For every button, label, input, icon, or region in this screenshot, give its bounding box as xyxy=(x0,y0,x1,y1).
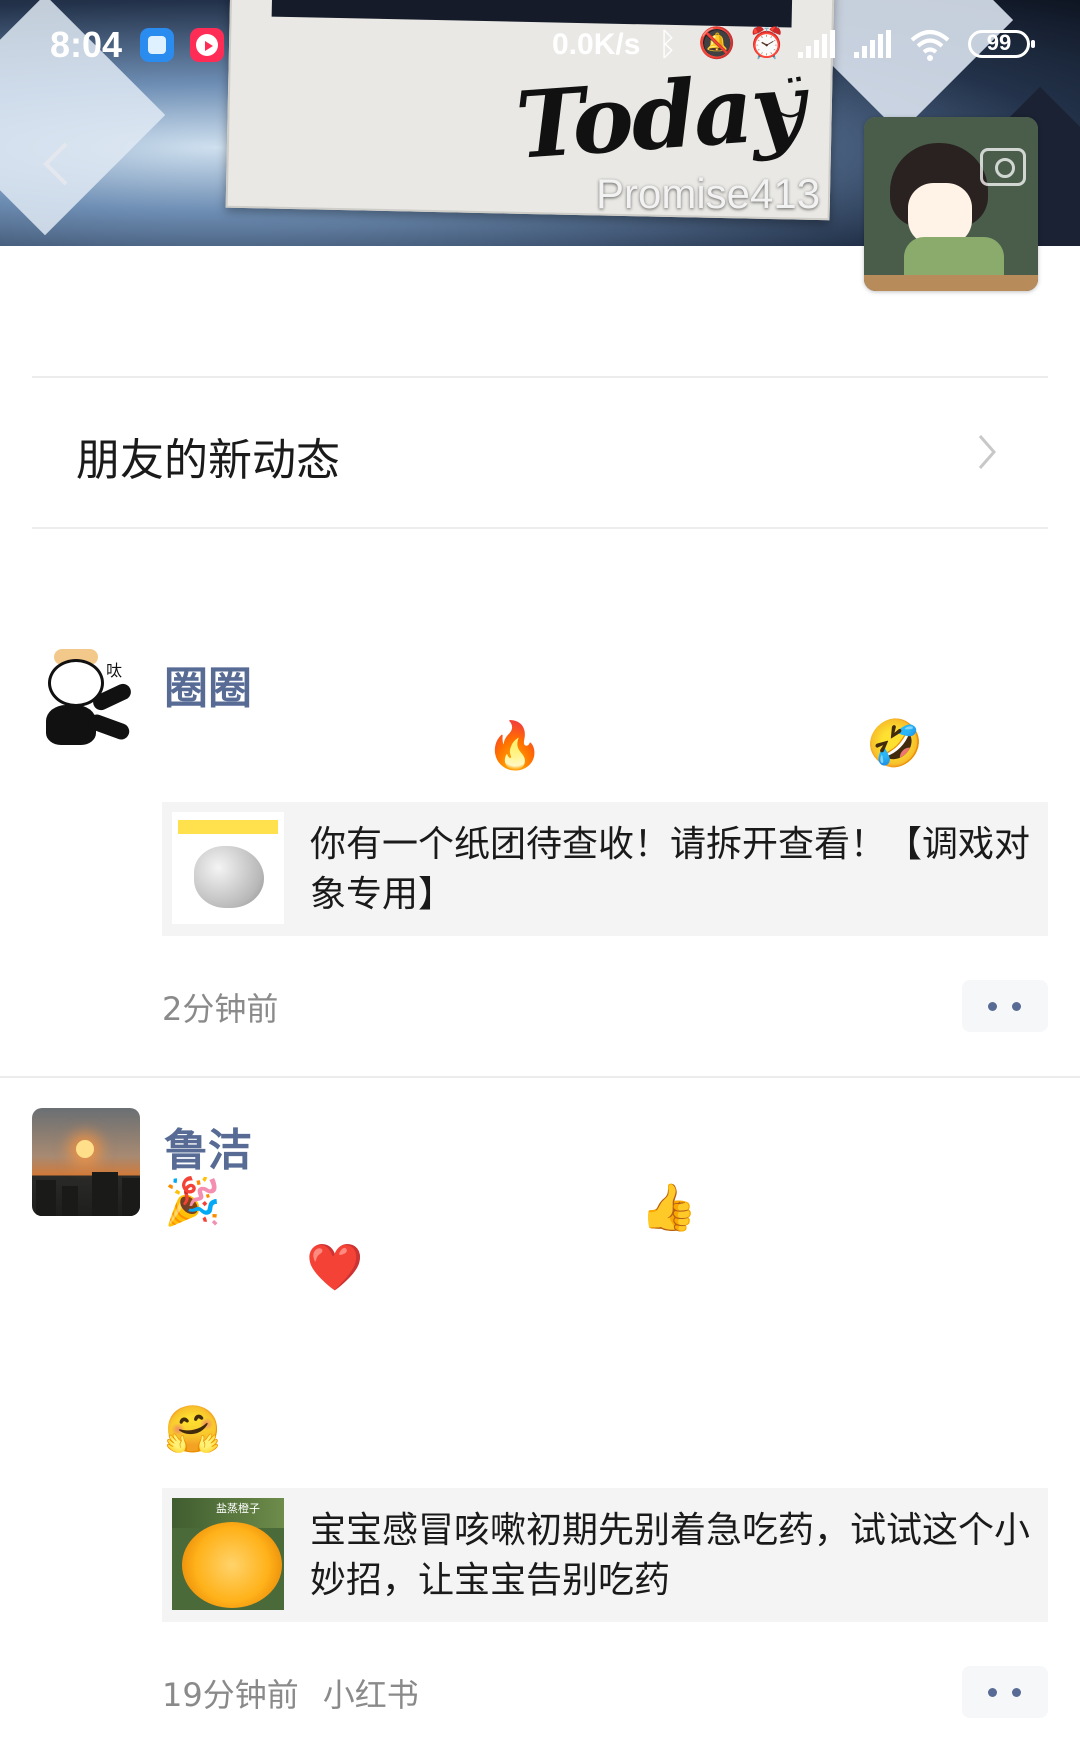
friends-updates-label: 朋友的新动态 xyxy=(76,435,340,486)
link-thumbnail: 盐蒸橙子 xyxy=(172,1498,284,1610)
fire-emoji: 🔥 xyxy=(486,718,544,772)
profile-nickname: Promise413 xyxy=(596,170,821,217)
party-popper-emoji: 🎉 xyxy=(164,1174,222,1228)
post-separator xyxy=(0,1076,1080,1078)
battery-level: 99 xyxy=(986,30,1012,55)
bluetooth-icon: ᛒ xyxy=(658,26,678,62)
post-author-name[interactable]: 圈圈 xyxy=(164,652,252,716)
chevron-right-icon xyxy=(978,435,996,469)
shared-link-card[interactable]: 盐蒸橙子 宝宝感冒咳嗽初期先别着急吃药，试试这个小妙招，让宝宝告别吃药 xyxy=(162,1488,1048,1622)
back-icon[interactable] xyxy=(36,134,76,194)
network-speed: 0.0K/s xyxy=(552,28,641,61)
post-avatar[interactable] xyxy=(32,1108,140,1216)
thumbs-up-emoji: 👍 xyxy=(640,1180,698,1234)
status-time: 8:04 xyxy=(50,24,123,65)
avatar-caption: 呔 xyxy=(106,661,123,680)
camera-icon[interactable] xyxy=(980,148,1026,186)
alarm-icon: ⏰ xyxy=(748,27,786,60)
link-thumbnail xyxy=(172,812,284,924)
battery-icon: 99 xyxy=(968,30,1035,58)
link-title: 宝宝感冒咳嗽初期先别着急吃药，试试这个小妙招，让宝宝告别吃药 xyxy=(310,1510,1031,1601)
app-notification-icon xyxy=(140,28,174,62)
post-author-name[interactable]: 鲁洁 xyxy=(164,1114,252,1178)
bell-off-icon: 🔕 xyxy=(698,27,736,60)
post-time: 19分钟前 xyxy=(162,1676,299,1714)
post-avatar[interactable]: 呔 xyxy=(32,645,140,753)
post-meta: 2分钟前 xyxy=(162,984,278,1030)
hugging-emoji: 🤗 xyxy=(164,1402,222,1456)
more-actions-button[interactable] xyxy=(962,980,1048,1032)
link-title: 你有一个纸团待查收！请拆开查看！【调戏对象专用】 xyxy=(310,824,1031,915)
post-meta: 19分钟前 小红书 xyxy=(162,1670,419,1716)
post-source-link[interactable]: 小红书 xyxy=(323,1676,419,1714)
heart-emoji: ❤️ xyxy=(306,1240,364,1294)
friends-updates-row[interactable]: 朋友的新动态 xyxy=(32,378,1048,528)
video-app-notification-icon xyxy=(190,28,224,62)
signal-icon xyxy=(854,30,891,58)
signal-icon xyxy=(798,30,835,58)
thumbnail-caption: 盐蒸橙子 xyxy=(216,1502,260,1515)
post-time: 2分钟前 xyxy=(162,990,279,1028)
wifi-icon xyxy=(910,30,950,61)
rofl-emoji: 🤣 xyxy=(866,716,924,770)
more-actions-button[interactable] xyxy=(962,1666,1048,1718)
status-bar: 8:04 0.0K/s ᛒ 🔕 ⏰ 99 xyxy=(0,0,1080,92)
divider xyxy=(32,527,1048,529)
profile-avatar[interactable] xyxy=(864,117,1038,291)
shared-link-card[interactable]: 你有一个纸团待查收！请拆开查看！【调戏对象专用】 xyxy=(162,802,1048,936)
